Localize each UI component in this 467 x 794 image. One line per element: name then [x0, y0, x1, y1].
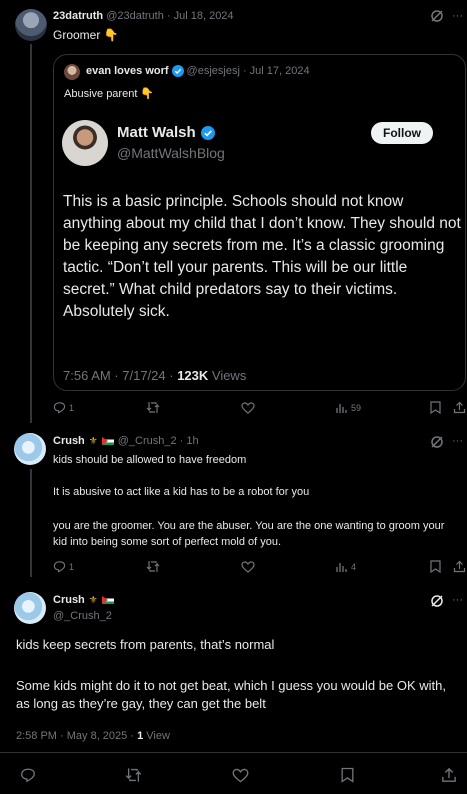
emoji-crown-icon: ⚜ [88, 435, 98, 447]
display-name[interactable]: evan loves worf [86, 65, 169, 77]
quote-text: Abusive parent 👇 [64, 88, 155, 100]
avatar-crush[interactable] [14, 433, 46, 465]
retweet-icon[interactable] [146, 560, 160, 573]
grok-icon[interactable] [430, 594, 444, 608]
reply-count: 1 [69, 402, 75, 413]
embedded-meta: 7:56 AM · 7/17/24 · 123K Views [63, 368, 246, 383]
display-name[interactable]: Matt Walsh [117, 124, 196, 141]
views-button[interactable]: 4 [336, 561, 356, 572]
reply-icon [53, 401, 66, 414]
follow-button[interactable]: Follow [371, 122, 433, 144]
grok-icon[interactable] [430, 435, 444, 449]
quote-header: evan loves worf @esjesjesj · Jul 17, 202… [86, 65, 310, 77]
tweet2-p2: It is abusive to act like a kid has to b… [53, 486, 310, 498]
tweet1-header: 23datruth @23datruth · Jul 18, 2024 [53, 10, 234, 22]
reply-count: 1 [69, 561, 75, 572]
display-name[interactable]: Crush [53, 435, 85, 447]
avatar-matt-walsh[interactable] [62, 120, 108, 166]
views-button[interactable]: 59 [336, 402, 361, 413]
reply-button[interactable]: 1 [53, 401, 74, 414]
share-icon[interactable] [441, 767, 457, 783]
tweet3-handle[interactable]: @_Crush_2 [53, 610, 112, 622]
like-icon[interactable] [241, 402, 255, 414]
like-icon[interactable] [241, 561, 255, 573]
tweet3-timestamp[interactable]: 2:58 PM · May 8, 2025 · [16, 730, 137, 742]
more-icon[interactable]: ··· [452, 435, 463, 447]
divider [0, 752, 467, 753]
embedded-timestamp: 7:56 AM · 7/17/24 · [63, 368, 178, 383]
embedded-handle[interactable]: @MattWalshBlog [117, 145, 225, 161]
bookmark-icon[interactable] [430, 560, 441, 573]
thread-line [30, 44, 32, 423]
embedded-body: This is a basic principle. Schools shoul… [63, 193, 461, 320]
tweet2-header: Crush ⚜ @_Crush_2 · 1h [53, 435, 199, 447]
handle-date[interactable]: @23datruth · Jul 18, 2024 [106, 10, 233, 22]
share-icon[interactable] [453, 560, 466, 573]
reply-icon[interactable] [20, 767, 36, 783]
tweet2-p3: you are the groomer. You are the abuser.… [53, 520, 445, 548]
verified-badge-icon [200, 125, 215, 140]
verified-badge-icon [171, 65, 184, 77]
emoji-crown-icon: ⚜ [88, 594, 98, 606]
share-icon[interactable] [453, 401, 466, 414]
more-icon[interactable]: ··· [452, 594, 463, 606]
tweet3-p2: Some kids might do it to not get beat, w… [16, 678, 446, 711]
display-name[interactable]: Crush [53, 594, 85, 606]
display-name[interactable]: 23datruth [53, 10, 103, 22]
like-icon[interactable] [232, 768, 249, 783]
avatar-evan[interactable] [64, 64, 80, 80]
embedded-name-row: Matt Walsh [117, 124, 215, 141]
tweet3-header: Crush ⚜ [53, 594, 114, 606]
tweet2-p1: kids should be allowed to have freedom [53, 454, 247, 466]
reply-button[interactable]: 1 [53, 560, 74, 573]
avatar-crush[interactable] [14, 592, 46, 624]
thread-line [30, 469, 32, 577]
embedded-views-count: 123K [177, 368, 209, 383]
bookmark-icon[interactable] [341, 767, 354, 783]
flag-icon [101, 437, 114, 445]
bookmark-icon[interactable] [430, 401, 441, 414]
tweet3-p1: kids keep secrets from parents, that’s n… [16, 637, 275, 652]
grok-icon[interactable] [430, 9, 444, 23]
handle-date[interactable]: @esjesjesj · Jul 17, 2024 [187, 65, 310, 77]
retweet-icon[interactable] [146, 401, 160, 414]
tweet3-meta: 2:58 PM · May 8, 2025 · 1 View [16, 730, 170, 742]
handle-time[interactable]: @_Crush_2 · 1h [118, 435, 199, 447]
tweet1-text: Groomer 👇 [53, 28, 119, 42]
views-icon [336, 561, 348, 572]
views-icon [336, 402, 348, 413]
embedded-views-label: Views [208, 368, 247, 383]
flag-icon [101, 596, 114, 604]
views-count: 59 [351, 402, 362, 413]
tweet3-views-label: View [143, 730, 170, 742]
avatar-23datruth[interactable] [15, 9, 47, 41]
retweet-icon[interactable] [125, 767, 142, 783]
more-icon[interactable]: ··· [452, 10, 463, 22]
views-count: 4 [351, 561, 357, 572]
reply-icon [53, 560, 66, 573]
